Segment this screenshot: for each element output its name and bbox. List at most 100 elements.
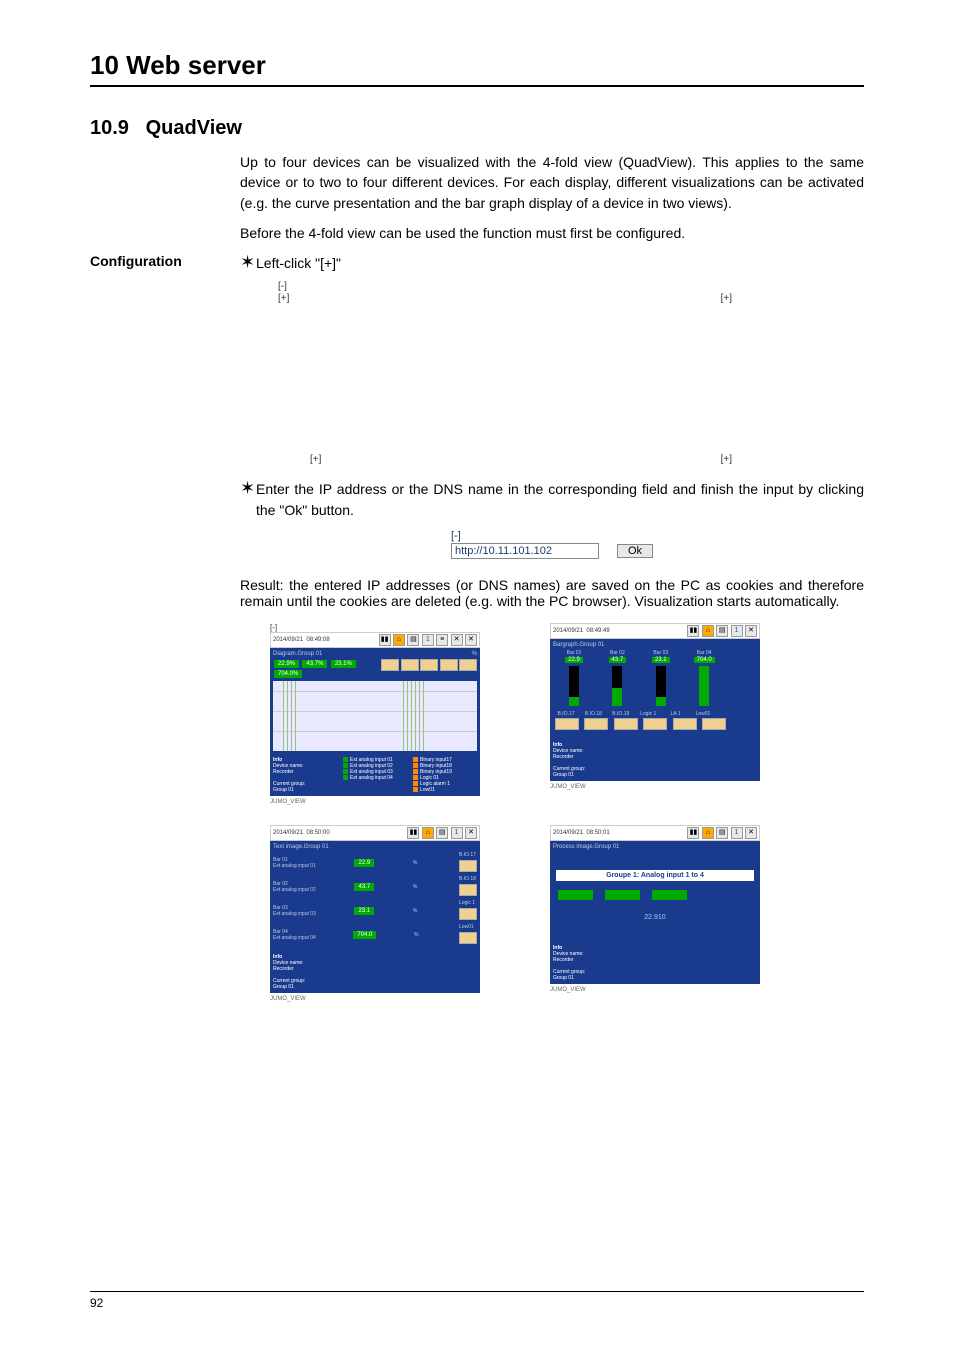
thumb-bargraph: 2014/09/21 08:49:49 ▮▮ ⌂ ▤ 1 ✕ Bargraph.… bbox=[550, 623, 760, 805]
thumb-time: 08:50:00 bbox=[306, 830, 329, 836]
close-icon[interactable]: ✕ bbox=[451, 634, 463, 646]
quad-plus-tr[interactable]: [+] bbox=[721, 293, 732, 304]
quad-plus-bl[interactable]: [+] bbox=[310, 454, 321, 465]
process-group-title: Process image.Group 01 bbox=[550, 841, 760, 850]
info-dev-val: Recorder bbox=[553, 957, 574, 963]
diagram-group-title: Diagram.Group 01% bbox=[273, 651, 477, 657]
indicator-icon bbox=[673, 718, 697, 730]
info-grp-val: Group 01 bbox=[553, 975, 574, 981]
text-row-label: Bar 01 Ext analog input 01 bbox=[273, 857, 316, 869]
indicator-icon bbox=[614, 718, 638, 730]
legend-item: Low01 bbox=[420, 787, 435, 793]
home-icon[interactable]: ⌂ bbox=[702, 625, 714, 637]
info-dev-val: Recorder bbox=[273, 769, 294, 775]
thumb-footer-ref: JUMO_VIEW bbox=[270, 996, 480, 1002]
indicator-icon bbox=[401, 659, 419, 671]
chapter-title: 10 Web server bbox=[90, 50, 864, 81]
quad-plus-br[interactable]: [+] bbox=[721, 454, 732, 465]
one-icon[interactable]: 1 bbox=[731, 827, 743, 839]
ind-label: B.IO.19 bbox=[608, 711, 634, 717]
thumb-processimage: 2014/09/21 08:50:01 ▮▮ ⌂ ▤ 1 ✕ Process i… bbox=[550, 825, 760, 1002]
indicator-icon bbox=[440, 659, 458, 671]
ind-label: Logic 1 bbox=[635, 711, 661, 717]
pause-icon[interactable]: ▮▮ bbox=[379, 634, 391, 646]
ip-entry-box: [-] Ok bbox=[451, 530, 653, 559]
indicator-icon bbox=[459, 860, 477, 872]
config-step2: Enter the IP address or the DNS name in … bbox=[256, 479, 864, 520]
doc-icon[interactable]: ▤ bbox=[716, 625, 728, 637]
bar-name: Bar 03 bbox=[653, 650, 668, 656]
indicator-icon bbox=[459, 932, 477, 944]
quad-placeholder-grid: [-] [+] [+] [+] [+] bbox=[270, 281, 750, 471]
indicator-icon bbox=[702, 718, 726, 730]
info-grp-val: Group 01 bbox=[273, 984, 294, 990]
one-icon[interactable]: 1 bbox=[451, 827, 463, 839]
doc-icon[interactable]: ▤ bbox=[436, 827, 448, 839]
text-row-label: Bar 03 Ext analog input 03 bbox=[273, 905, 316, 917]
toolbar-icons: ▮▮ ⌂ ▤ 1 ✕ bbox=[686, 625, 757, 637]
section-name: QuadView bbox=[146, 117, 242, 139]
bar-value: 23.1 bbox=[652, 657, 670, 663]
text-row-label: Bar 04 Ext analog input 04 bbox=[273, 929, 316, 941]
value-chip: 704.0% bbox=[274, 670, 302, 678]
text-row-value: 43.7 bbox=[354, 883, 374, 891]
bar-name: Bar 01 bbox=[567, 650, 582, 656]
quad-minus[interactable]: [-] bbox=[278, 281, 287, 292]
thumb-date: 2014/09/21 bbox=[553, 830, 583, 836]
indicator-icon bbox=[643, 718, 667, 730]
quad-plus-tl[interactable]: [+] bbox=[278, 293, 289, 304]
pause-icon[interactable]: ▮▮ bbox=[687, 625, 699, 637]
bullet-star-icon: ✶ bbox=[240, 479, 256, 520]
home-icon[interactable]: ⌂ bbox=[702, 827, 714, 839]
thumb-time: 08:49:08 bbox=[306, 637, 329, 643]
chapter-rule bbox=[90, 85, 864, 87]
bargraph-group-title: Bargraph.Group 01 bbox=[553, 642, 757, 648]
ip-address-input[interactable] bbox=[451, 543, 599, 559]
doc-icon[interactable]: ▤ bbox=[716, 827, 728, 839]
bar-value: 43.7 bbox=[609, 657, 627, 663]
value-chip: 43.7% bbox=[302, 660, 327, 668]
thumb-footer-ref: JUMO_VIEW bbox=[270, 799, 480, 805]
toolbar-icons: ▮▮ ⌂ ▤ 1 ✕ bbox=[686, 827, 757, 839]
ind-label: LA 1 bbox=[663, 711, 689, 717]
ind-label: B.IO.17 bbox=[553, 711, 579, 717]
info-dev-val: Recorder bbox=[553, 754, 574, 760]
thumb-minus[interactable]: [-] bbox=[270, 623, 480, 632]
process-bar bbox=[605, 890, 640, 900]
value-chip: 23.1% bbox=[331, 660, 356, 668]
thumb-footer-ref: JUMO_VIEW bbox=[550, 987, 760, 993]
percent-label: % bbox=[413, 908, 417, 914]
config-result: Result: the entered IP addresses (or DNS… bbox=[240, 577, 864, 609]
legend-item: Ext analog input 04 bbox=[350, 775, 393, 781]
close-icon[interactable]: ✕ bbox=[745, 827, 757, 839]
indicator-icon bbox=[420, 659, 438, 671]
indicator-icon bbox=[459, 884, 477, 896]
close2-icon[interactable]: ✕ bbox=[465, 634, 477, 646]
bullet-star-icon: ✶ bbox=[240, 253, 256, 273]
process-bar bbox=[652, 890, 687, 900]
chart-area bbox=[273, 681, 477, 751]
footer-rule bbox=[90, 1291, 864, 1292]
section-title: 10.9 QuadView bbox=[90, 117, 864, 140]
ind-label: Low01 bbox=[690, 711, 716, 717]
close-icon[interactable]: ✕ bbox=[745, 625, 757, 637]
thumb-diagram: [-] 2014/09/21 08:49:08 ▮▮ ⌂ ▤ 1 ≡ ✕ ✕ bbox=[270, 623, 480, 805]
thumb-time: 08:49:49 bbox=[586, 628, 609, 634]
home-icon[interactable]: ⌂ bbox=[393, 634, 405, 646]
percent-label: % bbox=[413, 860, 417, 866]
one-icon[interactable]: 1 bbox=[422, 634, 434, 646]
bar-name: Bar 04 bbox=[697, 650, 712, 656]
close-icon[interactable]: ✕ bbox=[465, 827, 477, 839]
home-icon[interactable]: ⌂ bbox=[422, 827, 434, 839]
menu-icon[interactable]: ≡ bbox=[436, 634, 448, 646]
ok-button[interactable]: Ok bbox=[617, 544, 653, 558]
one-icon[interactable]: 1 bbox=[731, 625, 743, 637]
pause-icon[interactable]: ▮▮ bbox=[407, 827, 419, 839]
pause-icon[interactable]: ▮▮ bbox=[687, 827, 699, 839]
doc-icon[interactable]: ▤ bbox=[407, 634, 419, 646]
indicator-icon bbox=[381, 659, 399, 671]
value-chip: 22.9% bbox=[274, 660, 299, 668]
bar-value: 22.9 bbox=[565, 657, 583, 663]
toolbar-icons: ▮▮ ⌂ ▤ 1 ✕ bbox=[406, 827, 477, 839]
ip-minus[interactable]: [-] bbox=[451, 530, 653, 542]
